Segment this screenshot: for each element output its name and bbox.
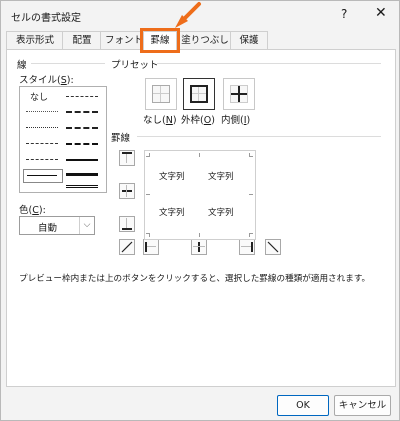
border-middle-horizontal-button[interactable]	[119, 183, 135, 199]
format-cells-dialog: セルの書式設定 ? ✕ 表示形式 配置 フォント 罫線 塗りつぶし 保護 線 ス…	[0, 0, 400, 421]
border-middle-vertical-button[interactable]	[191, 239, 207, 255]
preview-text: 文字列	[159, 208, 185, 218]
tab-border[interactable]: 罫線	[140, 28, 180, 53]
preview-text: 文字列	[159, 172, 185, 182]
line-style-dashed[interactable]	[26, 159, 58, 160]
line-section-title: 線	[17, 60, 27, 71]
tab-bar: 表示形式 配置 フォント 罫線 塗りつぶし 保護	[1, 28, 399, 53]
line-style-slant-dash-dot[interactable]	[66, 127, 98, 129]
color-value: 自動	[38, 223, 58, 234]
line-style-dash-dot-dot[interactable]	[66, 96, 98, 97]
line-style-medium-dash-dot-dot[interactable]	[66, 111, 98, 113]
preview-text: 文字列	[208, 172, 234, 182]
border-diagonal-up-button[interactable]	[119, 239, 135, 255]
close-button[interactable]: ✕	[375, 5, 387, 21]
border-section-title: 罫線	[111, 133, 131, 144]
preset-inside-button[interactable]	[223, 78, 255, 110]
line-style-dash-dot[interactable]	[26, 143, 58, 144]
line-style-selected-box[interactable]	[23, 169, 63, 183]
preset-inside-icon	[230, 85, 248, 103]
tab-protection[interactable]: 保護	[230, 31, 268, 49]
border-divider	[137, 136, 381, 137]
line-style-hair[interactable]	[26, 111, 58, 112]
line-style-medium-dashed[interactable]	[66, 143, 98, 145]
line-style-list[interactable]: なし	[19, 86, 107, 193]
color-select[interactable]: 自動 ⌵	[19, 216, 95, 235]
preset-none-icon	[152, 85, 170, 103]
preset-inside-label[interactable]: 内側(I)	[221, 112, 250, 126]
border-bottom-button[interactable]	[119, 216, 135, 232]
cancel-button[interactable]: キャンセル	[334, 395, 391, 416]
tab-font[interactable]: フォント	[100, 31, 148, 49]
chevron-down-icon[interactable]: ⌵	[79, 217, 94, 234]
preset-outline-icon	[190, 85, 208, 103]
line-style-thick[interactable]	[66, 173, 98, 176]
line-style-dotted[interactable]	[26, 127, 58, 128]
window-title: セルの書式設定	[11, 13, 81, 24]
border-diagonal-down-button[interactable]	[265, 239, 281, 255]
color-label: 色(C):	[19, 205, 46, 216]
preset-outline-label[interactable]: 外枠(O)	[181, 112, 215, 126]
instruction-note: プレビュー枠内または上のボタンをクリックすると、選択した罫線の種類が適用されます…	[19, 274, 371, 284]
preset-none-button[interactable]	[145, 78, 177, 110]
presets-divider	[157, 63, 381, 64]
line-divider	[31, 63, 105, 64]
border-preview[interactable]: 文字列 文字列 文字列 文字列	[144, 150, 256, 240]
line-style-thin[interactable]	[27, 175, 57, 176]
border-left-button[interactable]	[143, 239, 159, 255]
line-style-none[interactable]: なし	[30, 90, 48, 103]
preview-text: 文字列	[208, 208, 234, 218]
tab-alignment[interactable]: 配置	[62, 31, 102, 49]
preset-none-label[interactable]: なし(N)	[143, 112, 177, 126]
help-button[interactable]: ?	[341, 7, 347, 21]
arrow-icon	[175, 2, 201, 28]
border-right-button[interactable]	[239, 239, 255, 255]
line-style-double[interactable]	[66, 185, 98, 188]
tab-fill[interactable]: 塗りつぶし	[178, 31, 232, 49]
border-top-button[interactable]	[119, 150, 135, 166]
tab-number-format[interactable]: 表示形式	[6, 31, 64, 49]
preset-outline-button[interactable]	[183, 78, 215, 110]
ok-button[interactable]: OK	[277, 395, 329, 416]
style-label: スタイル(S):	[19, 75, 74, 86]
line-style-medium[interactable]	[66, 159, 98, 161]
presets-title: プリセット	[111, 60, 159, 71]
border-panel: 線 スタイル(S): なし 色(C): 自動 ⌵ プリセット なし(N) 外枠(…	[6, 49, 396, 387]
